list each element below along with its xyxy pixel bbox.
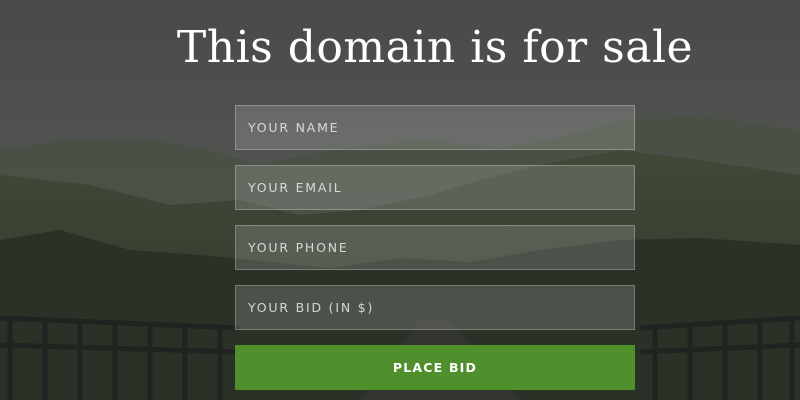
bid-form: PLACE BID [235, 105, 635, 390]
email-input[interactable] [235, 165, 635, 210]
name-input[interactable] [235, 105, 635, 150]
page-title: This domain is for sale [176, 22, 694, 73]
place-bid-button[interactable]: PLACE BID [235, 345, 635, 390]
phone-input[interactable] [235, 225, 635, 270]
bid-input[interactable] [235, 285, 635, 330]
